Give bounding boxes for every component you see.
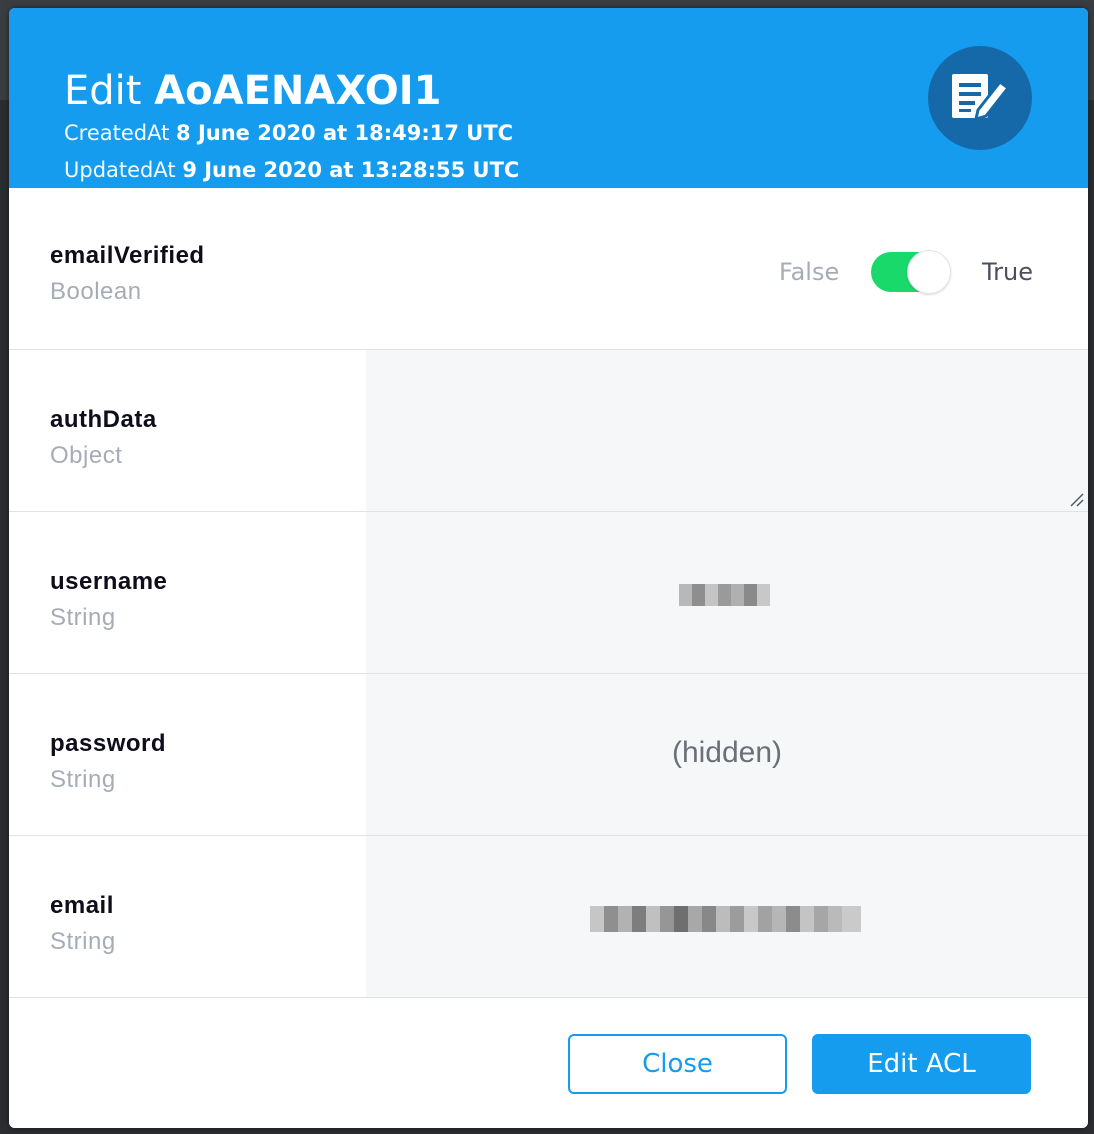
field-row-authdata: authData Object (9, 350, 1088, 512)
title-prefix: Edit (64, 68, 142, 114)
edit-document-icon (928, 46, 1032, 150)
field-name: password (50, 730, 167, 757)
toggle-false-label: False (779, 258, 840, 286)
field-type: String (50, 928, 116, 955)
email-input[interactable] (366, 836, 1088, 997)
field-type: String (50, 604, 116, 631)
updated-at: UpdatedAt 9 June 2020 at 13:28:55 UTC (64, 157, 519, 183)
field-list: emailVerified Boolean False True authDat… (9, 188, 1088, 998)
toggle-knob[interactable] (907, 250, 951, 294)
field-row-emailverified: emailVerified Boolean False True (9, 188, 1088, 350)
password-input[interactable]: (hidden) (366, 674, 1088, 835)
field-type: String (50, 766, 116, 793)
field-row-username: username String (9, 512, 1088, 674)
field-type: Boolean (50, 278, 142, 305)
authdata-textarea[interactable] (366, 350, 1088, 511)
field-name: email (50, 892, 114, 919)
updated-at-value: 9 June 2020 at 13:28:55 UTC (182, 158, 520, 182)
updated-at-label: UpdatedAt (64, 158, 176, 182)
dialog-footer: Close Edit ACL (9, 999, 1088, 1128)
toggle-track[interactable] (871, 250, 951, 294)
edit-object-dialog: Edit AoAENAXOI1 CreatedAt 8 June 2020 at… (9, 8, 1088, 1128)
redacted-email (590, 906, 861, 932)
field-row-email: email String (9, 836, 1088, 998)
created-at-label: CreatedAt (64, 121, 170, 145)
field-name: emailVerified (50, 242, 205, 269)
close-button[interactable]: Close (568, 1034, 787, 1094)
password-value: (hidden) (671, 736, 783, 769)
field-name: authData (50, 406, 157, 433)
field-name: username (50, 568, 168, 595)
redacted-username (679, 584, 770, 606)
field-type: Object (50, 442, 123, 469)
created-at: CreatedAt 8 June 2020 at 18:49:17 UTC (64, 120, 513, 146)
created-at-value: 8 June 2020 at 18:49:17 UTC (176, 121, 514, 145)
username-input[interactable] (366, 512, 1088, 673)
dialog-title: Edit AoAENAXOI1 (64, 68, 441, 114)
edit-acl-button[interactable]: Edit ACL (812, 1034, 1031, 1094)
dialog-header: Edit AoAENAXOI1 CreatedAt 8 June 2020 at… (9, 8, 1088, 188)
toggle-true-label: True (982, 258, 1033, 286)
field-row-password: password String (hidden) (9, 674, 1088, 836)
object-id: AoAENAXOI1 (154, 68, 442, 114)
resize-handle-icon[interactable] (1068, 491, 1084, 507)
